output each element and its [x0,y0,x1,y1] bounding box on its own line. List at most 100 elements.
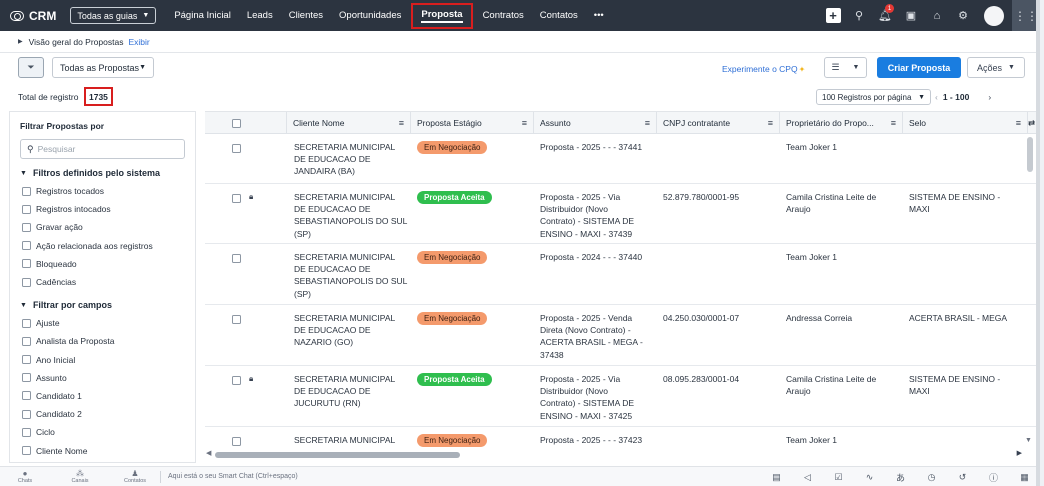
view-selector[interactable]: Todas as Propostas ▼ [52,57,154,78]
filter-checkbox[interactable] [22,446,31,456]
filter-checkbox[interactable] [22,391,31,401]
notes-icon[interactable]: ▤ [761,472,792,483]
translate-icon[interactable]: あ [885,471,916,484]
filter-checkbox[interactable] [22,373,31,383]
system-filter-item[interactable]: Registros intocados [10,200,195,218]
nav-tab-leads[interactable]: Leads [239,0,281,31]
column-menu-icon[interactable]: ≡ [399,118,404,128]
signature-icon[interactable]: ∿ [854,472,885,483]
global-search-button[interactable]: ⚲ [846,0,872,31]
system-filter-item[interactable]: Cadências [10,273,195,291]
table-row[interactable]: SECRETARIA MUNICIPAL DE EDUCACAO DE SEBAST… [205,244,1036,305]
history-icon[interactable]: ↺ [947,472,978,483]
column-header[interactable]: Cliente Nome ≡ [287,112,411,134]
calculator-icon[interactable]: ▦ [1009,472,1036,483]
column-header[interactable]: CNPJ contratante ≡ [657,112,780,134]
filter-checkbox[interactable] [22,259,31,269]
filter-checkbox[interactable] [22,427,31,437]
field-filter-item[interactable]: Ciclo [10,423,195,441]
more-tabs-button[interactable]: ••• [586,0,612,31]
chats-button[interactable]: ● Chats [10,469,40,484]
marketplace-button[interactable]: ⌂ [924,0,950,31]
vertical-scrollbar[interactable]: ▼ [1025,134,1033,463]
field-filters-header[interactable]: ▼ Filtrar por campos [10,296,195,314]
field-filter-item[interactable]: Candidato 2 [10,405,195,423]
show-overview-link[interactable]: Exibir [128,37,149,47]
row-checkbox[interactable] [232,315,241,324]
records-per-page-select[interactable]: 100 Registros por página ▼ [816,89,931,105]
column-header[interactable]: Assunto ≡ [534,112,657,134]
filter-toggle-button[interactable]: ⏷ [18,57,44,78]
row-checkbox[interactable] [232,144,241,153]
table-row[interactable]: 🔒︎ SECRETARIA MUNICIPAL DE EDUCACAO DE JUCU… [205,366,1036,427]
column-menu-icon[interactable]: ≡ [768,118,773,128]
filter-checkbox[interactable] [22,336,31,346]
list-view-button[interactable]: ☰ ▼ [824,57,867,78]
nav-tab-p-gina-inicial[interactable]: Página Inicial [166,0,239,31]
column-menu-icon[interactable]: ≡ [522,118,527,128]
field-filter-item[interactable]: Ajuste [10,314,195,332]
table-row[interactable]: 🔒︎ SECRETARIA MUNICIPAL DE EDUCACAO DE SEBA… [205,184,1036,244]
filter-checkbox[interactable] [22,222,31,232]
system-filter-item[interactable]: Bloqueado [10,255,195,273]
row-checkbox[interactable] [232,194,241,203]
field-filter-item[interactable]: Candidato 1 [10,387,195,405]
system-filter-item[interactable]: Gravar ação [10,218,195,236]
user-avatar[interactable] [984,5,1004,26]
select-all-checkbox[interactable] [232,118,241,128]
calendar-button[interactable]: ▣ [898,0,924,31]
field-filter-item[interactable]: Ano Inicial [10,351,195,369]
smart-chat-input[interactable]: Aqui está o seu Smart Chat (Ctrl+espaço) [168,473,298,480]
field-filter-item[interactable]: Assunto [10,369,195,387]
filter-checkbox[interactable] [22,409,31,419]
quick-create-button[interactable]: + [820,0,846,31]
field-filter-item[interactable]: Cliente Nome [10,441,195,459]
filter-checkbox[interactable] [22,277,31,287]
row-checkbox[interactable] [232,376,241,385]
nav-tab-proposta[interactable]: Proposta [411,2,473,29]
field-filter-item[interactable]: Analista da Proposta [10,332,195,350]
contacts-button[interactable]: ♟ Contatos [120,469,150,484]
system-filter-item[interactable]: Ação relacionada aos registros [10,237,195,255]
column-menu-icon[interactable]: ≡ [1016,118,1021,128]
announcement-icon[interactable]: ◁ [792,472,823,483]
scroll-down-icon[interactable]: ▼ [1025,437,1032,444]
app-switcher-button[interactable]: ⋮⋮ [1012,0,1036,31]
row-checkbox[interactable] [232,254,241,263]
table-row[interactable]: SECRETARIA MUNICIPAL DE EDUCACAO DE NAZARI… [205,305,1036,366]
caret-right-icon[interactable]: ▶ [18,38,23,45]
app-logo[interactable]: CRM [10,9,56,23]
vertical-scroll-thumb[interactable] [1027,137,1033,172]
column-header[interactable]: Selo ≡ [903,112,1028,134]
horizontal-scroll-thumb[interactable] [215,452,460,458]
help-icon[interactable]: ⓘ [978,471,1009,484]
filter-search-input[interactable]: ⚲ Pesquisar [20,139,185,159]
horizontal-scrollbar[interactable]: ◀ ▶ [205,449,1036,459]
system-filter-item[interactable]: Registros tocados [10,182,195,200]
next-page-icon[interactable]: › [988,92,991,102]
column-menu-icon[interactable]: ≡ [891,118,896,128]
column-header[interactable]: Proprietário do Propo... ≡ [780,112,903,134]
table-row[interactable]: SECRETARIA MUNICIPAL DE EDUCACAO DE JANDAI… [205,134,1036,184]
nav-tab-contatos[interactable]: Contatos [532,0,586,31]
actions-button[interactable]: Ações ▼ [967,57,1025,78]
alarm-icon[interactable]: ◷ [916,472,947,483]
filter-checkbox[interactable] [22,241,31,251]
scroll-left-icon[interactable]: ◀ [206,449,211,457]
filter-checkbox[interactable] [22,355,31,365]
prev-page-icon[interactable]: ‹ [935,92,938,102]
filter-checkbox[interactable] [22,186,31,196]
scroll-right-icon[interactable]: ▶ [1017,449,1022,457]
try-cpq-link[interactable]: Experimente o CPQ✦ [722,64,805,74]
column-header[interactable]: Proposta Estágio ≡ [411,112,534,134]
nav-tab-oportunidades[interactable]: Oportunidades [331,0,409,31]
nav-tab-clientes[interactable]: Clientes [281,0,331,31]
filter-checkbox[interactable] [22,318,31,328]
settings-button[interactable]: ⚙ [950,0,976,31]
nav-tab-contratos[interactable]: Contratos [475,0,532,31]
filter-checkbox[interactable] [22,204,31,214]
column-menu-icon[interactable]: ≡ [645,118,650,128]
all-tabs-dropdown[interactable]: Todas as guias ▼ [70,7,157,24]
create-proposal-button[interactable]: Criar Proposta [877,57,961,78]
notifications-button[interactable]: 🔔︎ 1 [872,0,898,31]
